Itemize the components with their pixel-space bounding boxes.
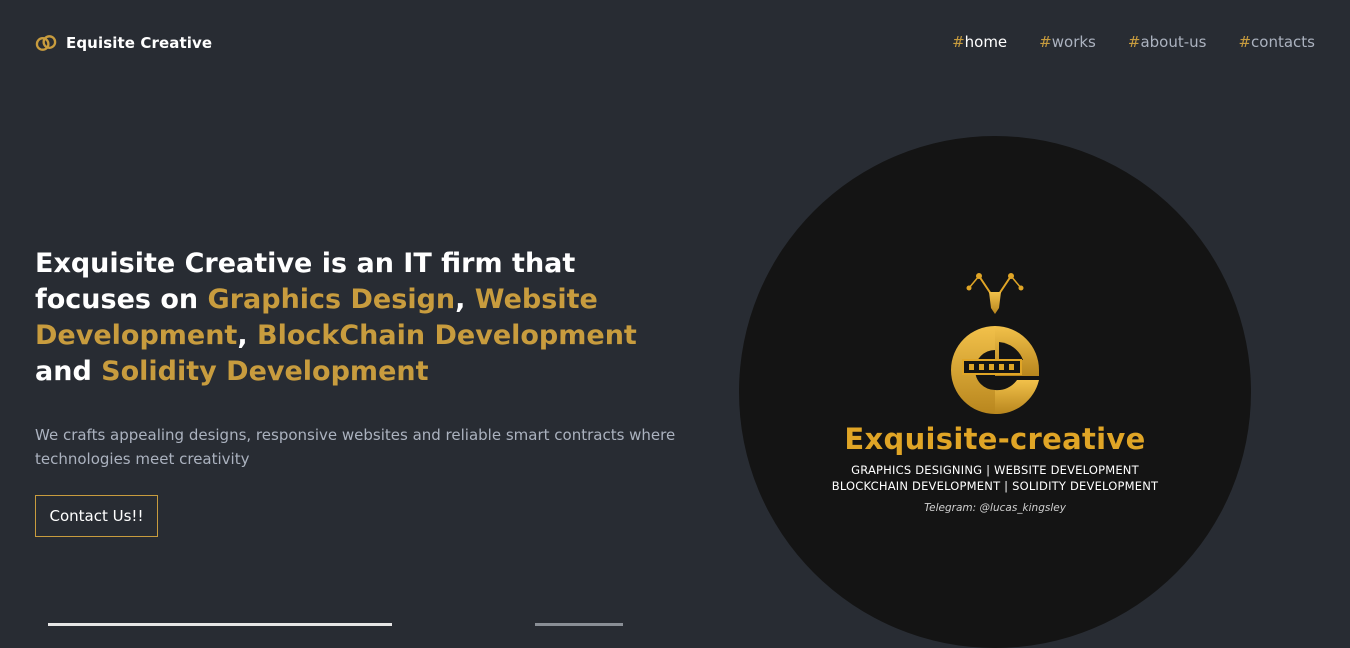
hero-highlight-blockchain: BlockChain Development: [257, 320, 637, 351]
nav-hash: #: [1127, 33, 1141, 51]
nav-item-contacts[interactable]: #contacts: [1238, 33, 1315, 51]
ec-emblem-icon: [951, 273, 1039, 414]
top-nav: #home #works #about-us #contacts: [952, 33, 1315, 51]
brand-name: Equisite Creative: [66, 34, 213, 52]
nav-hash: #: [952, 33, 965, 51]
nav-item-about-us[interactable]: #about-us: [1128, 33, 1207, 51]
nav-label-contacts: contacts: [1251, 33, 1315, 51]
brand-logo-icon: [35, 35, 57, 51]
contact-us-button[interactable]: Contact Us!!: [35, 495, 158, 537]
nav-label-about-us: about-us: [1140, 33, 1207, 51]
nav-hash: #: [1238, 33, 1252, 51]
brand-badge-image: Exquisite-creative GRAPHICS DESIGNING | …: [739, 136, 1251, 648]
nav-label-home: home: [964, 33, 1008, 51]
nav-item-home[interactable]: #home: [952, 33, 1007, 51]
badge-services-line-1: GRAPHICS DESIGNING | WEBSITE DEVELOPMENT: [851, 463, 1139, 477]
hero-title-and: and: [35, 356, 102, 387]
hero-description: We crafts appealing designs, responsive …: [35, 426, 676, 468]
brand-logo[interactable]: Equisite Creative: [35, 33, 212, 53]
nav-item-works[interactable]: #works: [1039, 33, 1096, 51]
hero-title-sep: ,: [237, 320, 258, 351]
nav-label-works: works: [1051, 33, 1096, 51]
badge-telegram-contact: Telegram: @lucas_kingsley: [924, 502, 1066, 514]
hero-title-sep: ,: [455, 284, 475, 315]
badge-services-line-2: BLOCKCHAIN DEVELOPMENT | SOLIDITY DEVELO…: [831, 479, 1159, 493]
hero-highlight-solidity: Solidity Development: [101, 356, 429, 387]
nav-hash: #: [1039, 33, 1052, 51]
hero-title: Exquisite Creative is an IT firm that fo…: [35, 246, 695, 390]
hero-highlight-graphics: Graphics Design: [207, 284, 456, 315]
badge-brand-name: Exquisite-creative: [844, 422, 1146, 456]
